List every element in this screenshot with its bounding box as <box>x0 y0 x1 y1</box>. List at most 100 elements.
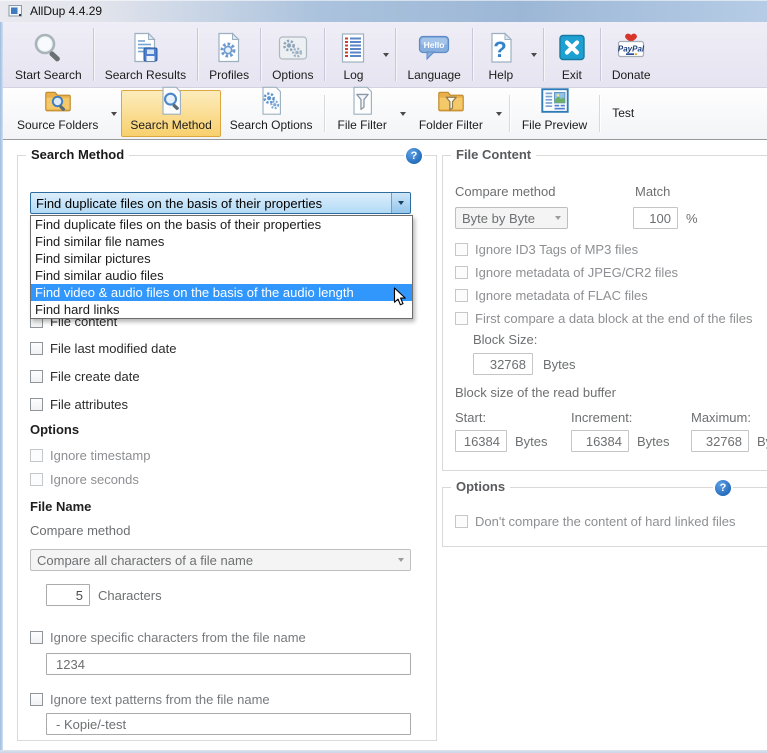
source-folders-dropdown-arrow[interactable] <box>107 88 121 139</box>
options-button[interactable]: Options <box>263 22 322 87</box>
source-folders-label: Source Folders <box>17 118 98 132</box>
language-button[interactable]: Hello Language <box>398 22 469 87</box>
search-options-icon <box>255 85 287 117</box>
start-label: Start: <box>455 410 486 425</box>
donate-button[interactable]: PayPal Donate <box>603 22 660 87</box>
log-dropdown-arrow[interactable] <box>379 22 393 87</box>
options-group-title: Options <box>451 479 510 494</box>
ignore-id3-checkbox[interactable] <box>455 243 468 256</box>
combobox-arrow-button[interactable] <box>391 193 410 213</box>
percent-label: % <box>686 211 698 226</box>
help-button[interactable]: ? Help <box>475 22 527 87</box>
start-label-row: Start: <box>455 410 486 425</box>
file-preview-label: File Preview <box>522 118 587 132</box>
help-dropdown-arrow[interactable] <box>527 22 541 87</box>
match-label-row: Match <box>635 184 670 199</box>
source-folders-button[interactable]: Source Folders <box>8 90 107 137</box>
folder-filter-label: Folder Filter <box>419 118 483 132</box>
first-compare-block-checkbox[interactable] <box>455 312 468 325</box>
folder-filter-button[interactable]: Folder Filter <box>410 90 492 137</box>
search-method-combobox[interactable]: Find duplicate files on the basis of the… <box>30 192 411 214</box>
characters-input[interactable] <box>46 584 90 606</box>
paypal-logo-text: PayPal <box>618 45 645 54</box>
file-name-heading-row: File Name <box>30 499 91 514</box>
combobox-arrow-button <box>392 550 410 570</box>
exit-icon <box>555 29 589 67</box>
fc-compare-method-label: Compare method <box>455 184 555 199</box>
options-label: Options <box>272 68 313 82</box>
start-search-icon <box>31 29 65 67</box>
file-attributes-label: File attributes <box>50 397 128 412</box>
file-filter-icon <box>346 85 378 117</box>
file-last-modified-label: File last modified date <box>50 341 176 356</box>
separator <box>600 28 601 81</box>
ignore-jpeg-metadata-checkbox[interactable] <box>455 266 468 279</box>
characters-label: Characters <box>98 588 162 603</box>
window-title: AllDup 4.4.29 <box>30 4 102 18</box>
block-size-label: Block Size: <box>473 332 537 347</box>
source-folders-icon <box>42 85 74 117</box>
file-attributes-checkbox-row: File attributes <box>30 397 128 412</box>
file-filter-dropdown-arrow[interactable] <box>396 88 410 139</box>
dont-compare-hard-linked-checkbox[interactable] <box>455 515 468 528</box>
ignore-patterns-input[interactable] <box>46 713 411 735</box>
separator <box>472 28 473 81</box>
file-filter-button[interactable]: File Filter <box>328 90 395 137</box>
ignore-timestamp-row: Ignore timestamp <box>30 448 150 463</box>
increment-bytes-input[interactable] <box>571 430 629 452</box>
start-bytes-label: Bytes <box>515 434 548 449</box>
file-name-heading: File Name <box>30 499 91 514</box>
ignore-id3-row: Ignore ID3 Tags of MP3 files <box>455 242 638 257</box>
hello-bubble-text: Hello <box>424 40 445 50</box>
dropdown-option[interactable]: Find hard links <box>31 301 412 318</box>
file-last-modified-checkbox[interactable] <box>30 342 43 355</box>
separator <box>509 95 510 132</box>
folder-filter-dropdown-arrow[interactable] <box>492 88 506 139</box>
ignore-timestamp-checkbox[interactable] <box>30 449 43 462</box>
test-button[interactable]: Test <box>603 90 643 137</box>
separator <box>197 28 198 81</box>
search-options-button[interactable]: Search Options <box>221 90 322 137</box>
profiles-button[interactable]: Profiles <box>200 22 258 87</box>
search-results-button[interactable]: Search Results <box>96 22 195 87</box>
ignore-flac-metadata-checkbox[interactable] <box>455 289 468 302</box>
read-buffer-label-row: Block size of the read buffer <box>455 385 616 400</box>
titlebar[interactable]: AllDup 4.4.29 <box>0 0 767 22</box>
file-attributes-checkbox[interactable] <box>30 398 43 411</box>
block-size-input[interactable] <box>473 353 533 375</box>
file-modified-checkbox-row: File last modified date <box>30 341 176 356</box>
file-create-date-checkbox[interactable] <box>30 370 43 383</box>
search-method-button[interactable]: Search Method <box>121 90 220 137</box>
test-label: Test <box>612 106 634 120</box>
search-method-help-icon[interactable]: ? <box>406 148 422 164</box>
ignore-characters-input[interactable] <box>46 653 411 675</box>
ignore-specific-characters-checkbox[interactable] <box>30 631 43 644</box>
ignore-timestamp-label: Ignore timestamp <box>50 448 150 463</box>
dropdown-option-highlighted[interactable]: Find video & audio files on the basis of… <box>31 284 412 301</box>
mouse-cursor <box>393 287 407 312</box>
dropdown-option[interactable]: Find similar pictures <box>31 250 412 267</box>
file-preview-button[interactable]: File Preview <box>513 90 596 137</box>
file-name-compare-combobox[interactable]: Compare all characters of a file name <box>30 549 411 571</box>
log-button[interactable]: Log <box>327 22 379 87</box>
increment-label: Increment: <box>571 410 632 425</box>
increment-bytes-label: Bytes <box>637 434 670 449</box>
maximum-bytes-input[interactable] <box>691 430 749 452</box>
dropdown-option[interactable]: Find similar audio files <box>31 267 412 284</box>
start-bytes-input[interactable] <box>455 430 507 452</box>
ignore-text-patterns-checkbox[interactable] <box>30 693 43 706</box>
match-percent-input[interactable] <box>633 207 678 229</box>
ignore-seconds-checkbox[interactable] <box>30 473 43 486</box>
dropdown-option[interactable]: Find similar file names <box>31 233 412 250</box>
language-icon: Hello <box>417 29 451 67</box>
maximum-label-row: Maximum: <box>691 410 751 425</box>
search-options-label: Search Options <box>230 118 313 132</box>
profiles-label: Profiles <box>209 68 249 82</box>
help-label: Help <box>489 68 514 82</box>
start-search-button[interactable]: Start Search <box>6 22 91 87</box>
dropdown-option[interactable]: Find duplicate files on the basis of the… <box>31 216 412 233</box>
exit-button[interactable]: Exit <box>546 22 598 87</box>
byte-by-byte-combobox[interactable]: Byte by Byte <box>455 207 568 229</box>
compare-method-label: Compare method <box>30 523 130 538</box>
options-help-icon[interactable]: ? <box>715 480 731 496</box>
